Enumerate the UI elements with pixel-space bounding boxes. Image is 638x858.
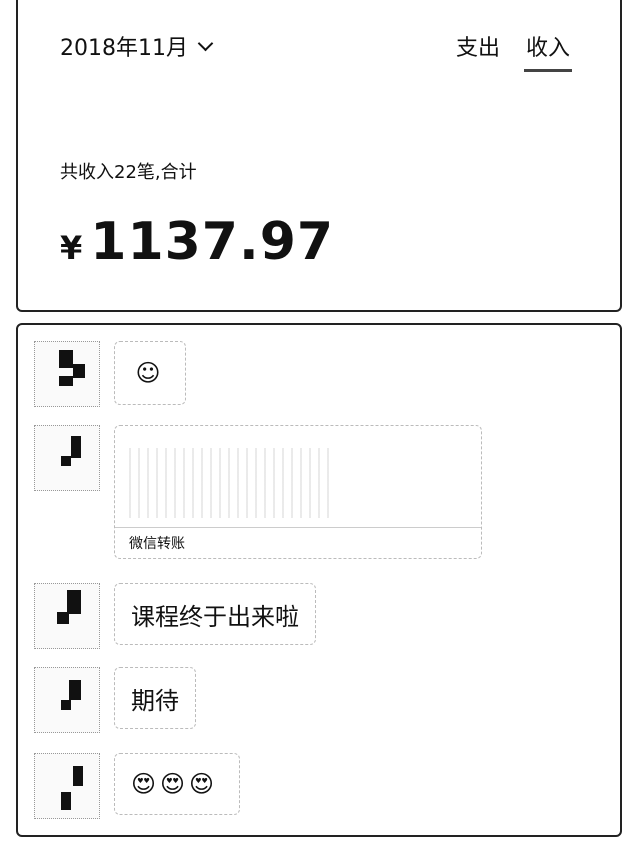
currency-symbol: ¥ <box>60 229 83 267</box>
income-summary-card: 2018年11月 支出 收入 共收入22笔,合计 ¥ 1137.97 <box>16 0 622 312</box>
chat-message: 课程终于出来啦 <box>34 583 316 649</box>
transfer-content-blurred <box>129 448 329 518</box>
amount-value: 1137.97 <box>90 212 335 272</box>
heart-eyes-emoji: 😍😍😍 <box>131 770 219 798</box>
transfer-footer: 微信转账 <box>115 527 481 558</box>
chat-message: 😍😍😍 <box>34 753 240 819</box>
income-count-text: 共收入22笔,合计 <box>60 162 197 183</box>
type-tabs: 支出 收入 <box>456 30 573 72</box>
month-label: 2018年11月 <box>60 36 188 61</box>
tab-income[interactable]: 收入 <box>523 30 573 72</box>
avatar[interactable] <box>34 425 100 491</box>
message-bubble[interactable]: ☺ <box>114 341 186 405</box>
avatar[interactable] <box>34 753 100 819</box>
message-bubble[interactable]: 课程终于出来啦 <box>114 583 316 645</box>
wechat-transfer-card[interactable]: 微信转账 <box>114 425 482 559</box>
message-bubble[interactable]: 😍😍😍 <box>114 753 240 815</box>
chat-message: 期待 <box>34 667 196 733</box>
month-selector[interactable]: 2018年11月 <box>60 30 214 62</box>
smile-emoji: ☺ <box>135 359 165 387</box>
avatar[interactable] <box>34 667 100 733</box>
chat-message: ☺ <box>34 341 186 407</box>
chevron-down-icon <box>197 35 214 51</box>
chat-screenshot-card: ☺ 微信转账 课程终于出来啦 期待 😍😍😍 <box>16 323 622 837</box>
avatar[interactable] <box>34 341 100 407</box>
message-bubble[interactable]: 期待 <box>114 667 196 729</box>
avatar[interactable] <box>34 583 100 649</box>
tab-expense[interactable]: 支出 <box>456 30 500 72</box>
total-amount: ¥ 1137.97 <box>60 212 334 272</box>
chat-message: 微信转账 <box>34 425 482 559</box>
